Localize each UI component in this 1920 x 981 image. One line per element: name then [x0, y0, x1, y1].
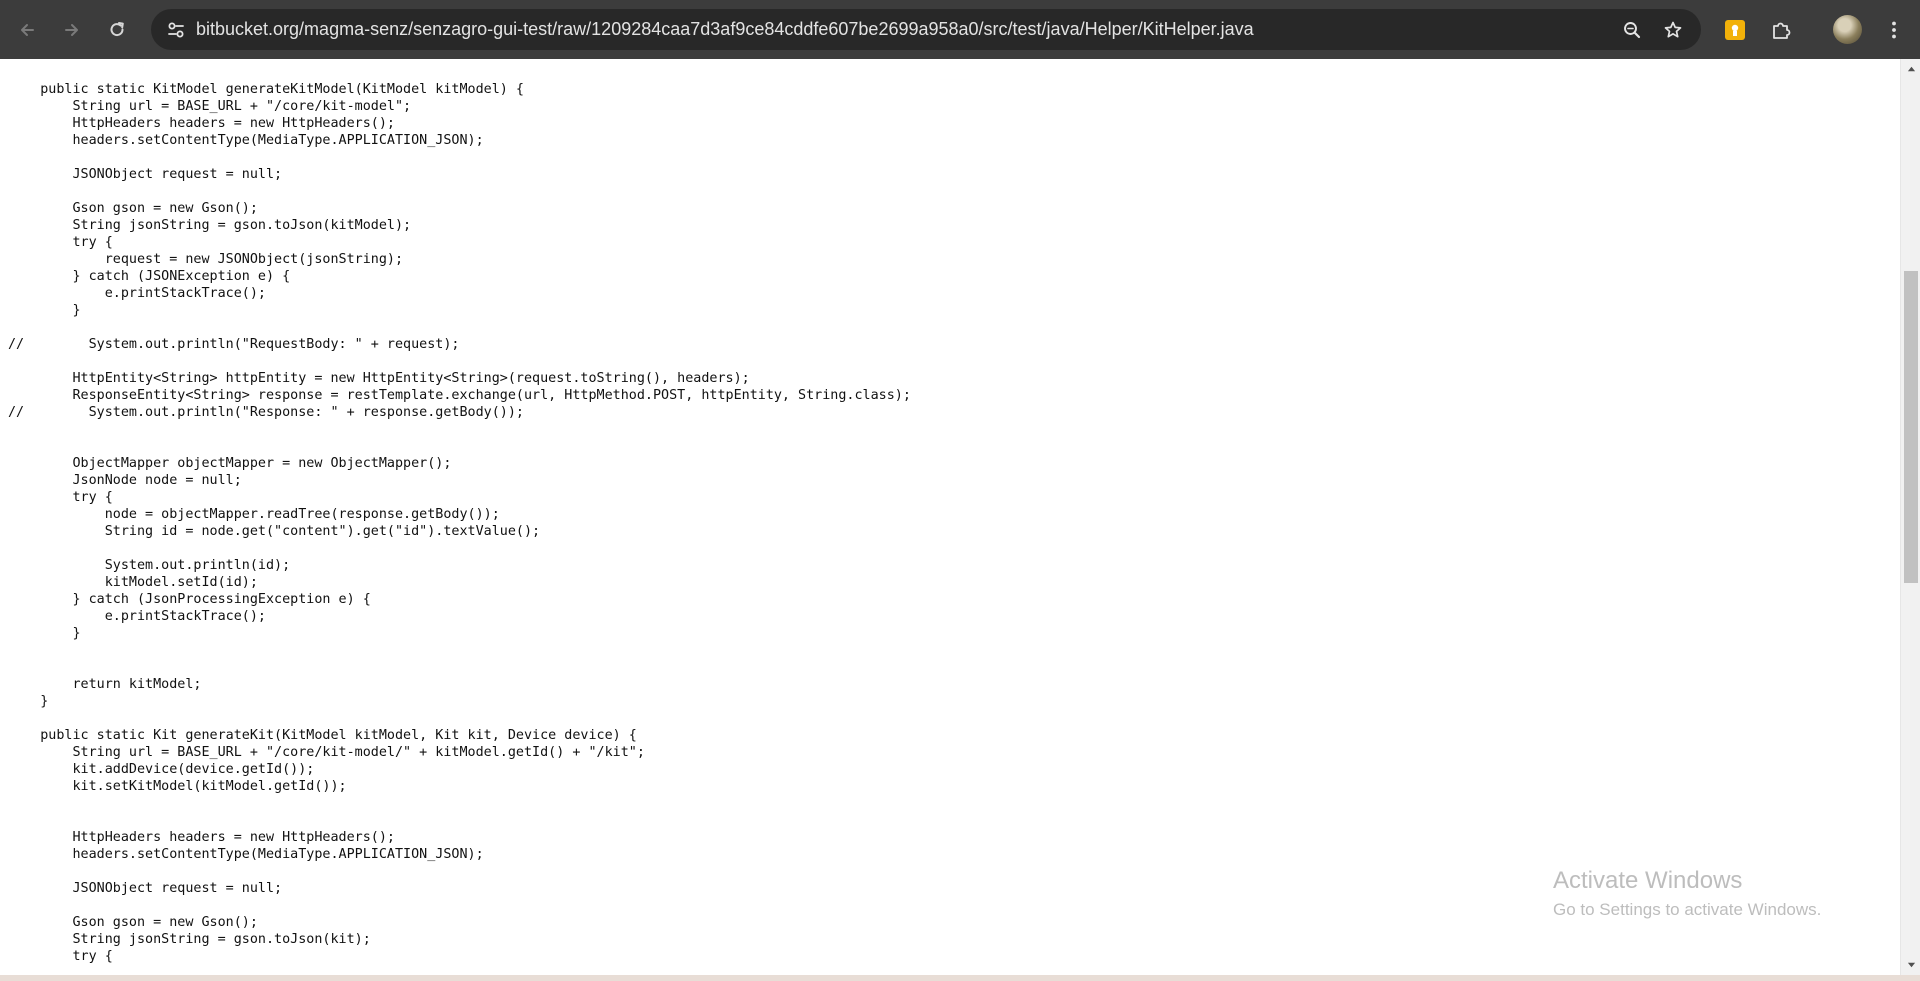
profile-avatar[interactable] — [1833, 15, 1862, 44]
code-line: headers.setContentType(MediaType.APPLICA… — [8, 133, 484, 148]
code-line: kitModel.setId(id); — [8, 575, 258, 590]
code-line: e.printStackTrace(); — [8, 609, 266, 624]
star-icon[interactable] — [1661, 18, 1685, 42]
code-line: } catch (JsonProcessingException e) { — [8, 592, 371, 607]
code-line: Gson gson = new Gson(); — [8, 915, 258, 930]
vertical-scrollbar[interactable] — [1900, 59, 1920, 975]
code-line: public static KitModel generateKitModel(… — [8, 82, 524, 97]
extensions-menu-button[interactable] — [1766, 15, 1796, 45]
bottom-status-strip — [0, 975, 1920, 981]
browser-toolbar: bitbucket.org/magma-senz/senzagro-gui-te… — [0, 0, 1920, 59]
reload-icon — [110, 22, 124, 37]
arrow-right-icon — [65, 24, 78, 36]
zoom-icon[interactable] — [1620, 18, 1644, 42]
source-code: public static KitModel generateKitModel(… — [8, 81, 911, 965]
scroll-down-button[interactable] — [1901, 956, 1920, 973]
browser-menu-button[interactable] — [1879, 15, 1909, 45]
code-line: String jsonString = gson.toJson(kit); — [8, 932, 371, 947]
code-line: } — [8, 303, 81, 318]
code-line: Gson gson = new Gson(); — [8, 201, 258, 216]
code-line: request = new JSONObject(jsonString); — [8, 252, 404, 267]
code-line: node = objectMapper.readTree(response.ge… — [8, 507, 500, 522]
raw-file-page: public static KitModel generateKitModel(… — [0, 59, 1900, 975]
reload-button[interactable] — [101, 14, 133, 46]
puzzle-icon — [1773, 22, 1791, 39]
code-line: e.printStackTrace(); — [8, 286, 266, 301]
windows-activation-watermark: Activate Windows Go to Settings to activ… — [1553, 866, 1821, 921]
address-bar[interactable]: bitbucket.org/magma-senz/senzagro-gui-te… — [151, 9, 1701, 50]
code-line: String url = BASE_URL + "/core/kit-model… — [8, 99, 412, 114]
code-line: HttpEntity<String> httpEntity = new Http… — [8, 371, 750, 386]
code-line: } catch (JSONException e) { — [8, 269, 291, 284]
code-line: try { — [8, 490, 113, 505]
watermark-title: Activate Windows — [1553, 867, 1743, 894]
code-line: } — [8, 626, 81, 641]
code-line: kit.setKitModel(kitModel.getId()); — [8, 779, 347, 794]
url-text[interactable]: bitbucket.org/magma-senz/senzagro-gui-te… — [196, 19, 1254, 40]
code-line: JsonNode node = null; — [8, 473, 242, 488]
code-line: try { — [8, 235, 113, 250]
code-line: HttpHeaders headers = new HttpHeaders(); — [8, 116, 395, 131]
code-line: String jsonString = gson.toJson(kitModel… — [8, 218, 412, 233]
kebab-menu-icon — [1892, 21, 1896, 39]
code-line: headers.setContentType(MediaType.APPLICA… — [8, 847, 484, 862]
extension-button[interactable] — [1720, 15, 1750, 45]
arrow-left-icon — [21, 24, 34, 36]
code-line: String id = node.get("content").get("id"… — [8, 524, 541, 539]
code-line: public static Kit generateKit(KitModel k… — [8, 728, 637, 743]
forward-button[interactable] — [56, 14, 88, 46]
extension-icon — [1725, 20, 1745, 40]
code-line: ObjectMapper objectMapper = new ObjectMa… — [8, 456, 452, 471]
code-line: ResponseEntity<String> response = restTe… — [8, 388, 911, 403]
code-line: HttpHeaders headers = new HttpHeaders(); — [8, 830, 395, 845]
code-line: try { — [8, 949, 113, 964]
code-line: JSONObject request = null; — [8, 881, 283, 896]
back-button[interactable] — [11, 14, 43, 46]
code-line: String url = BASE_URL + "/core/kit-model… — [8, 745, 645, 760]
scroll-up-button[interactable] — [1901, 61, 1920, 78]
code-line: kit.addDevice(device.getId()); — [8, 762, 315, 777]
code-line: System.out.println(id); — [8, 558, 291, 573]
code-line: // System.out.println("Response: " + res… — [8, 405, 524, 420]
code-line: JSONObject request = null; — [8, 167, 283, 182]
code-line: return kitModel; — [8, 677, 202, 692]
triangle-up-icon — [1907, 66, 1915, 72]
triangle-down-icon — [1907, 962, 1915, 968]
tune-icon[interactable] — [165, 19, 187, 41]
scroll-thumb[interactable] — [1904, 270, 1918, 583]
code-line: // System.out.println("RequestBody: " + … — [8, 337, 460, 352]
code-line: } — [8, 694, 49, 709]
watermark-subtitle: Go to Settings to activate Windows. — [1553, 900, 1822, 919]
